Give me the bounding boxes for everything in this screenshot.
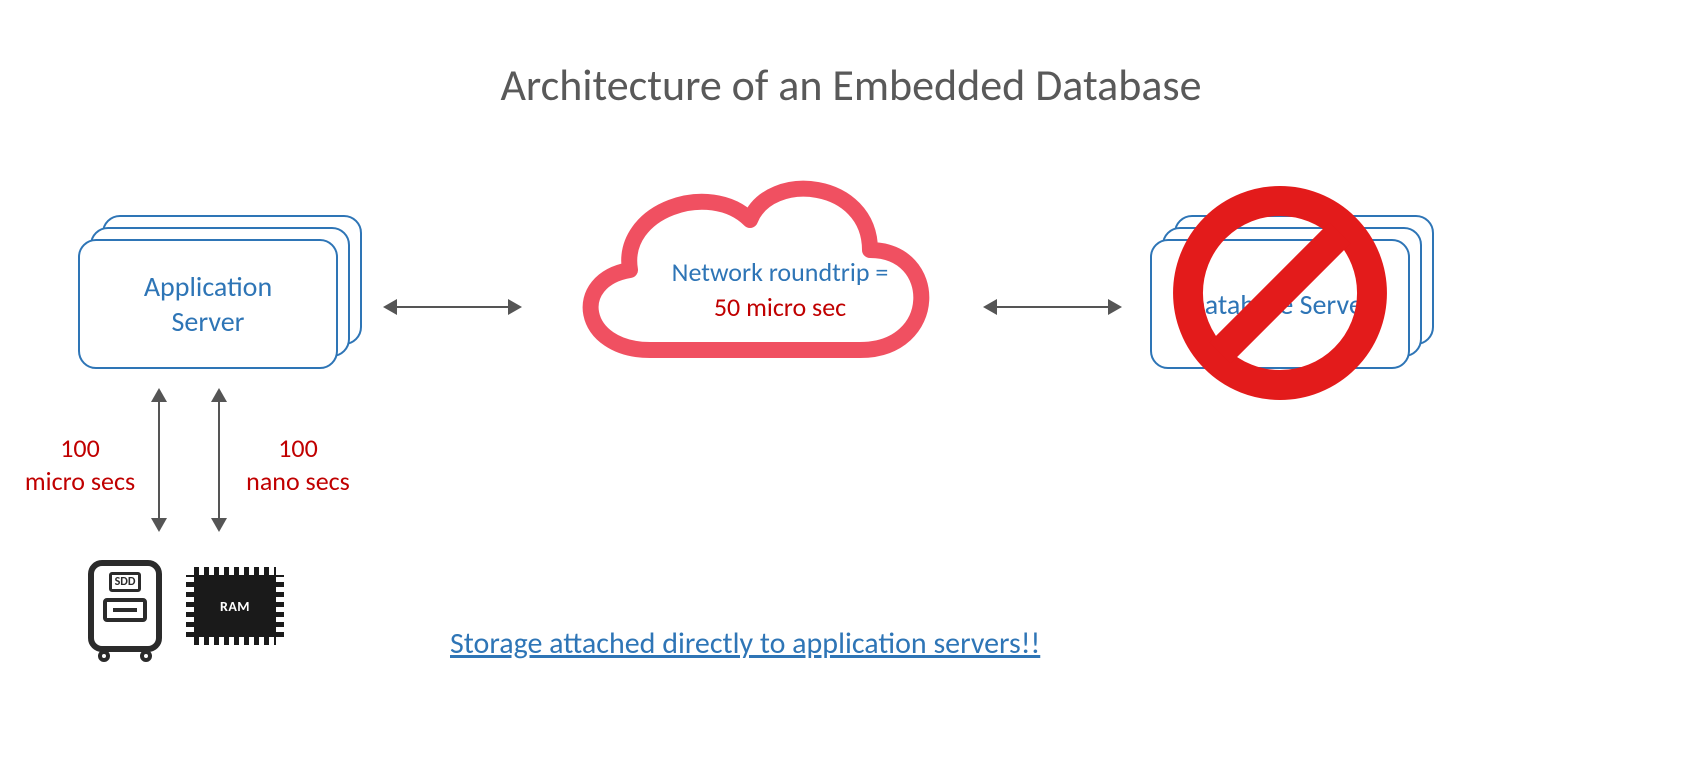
double-h-arrow-icon bbox=[395, 306, 510, 308]
ram-chip-icon: RAM bbox=[194, 575, 276, 637]
ram-label: RAM bbox=[220, 598, 250, 615]
double-v-arrow-icon bbox=[158, 400, 160, 520]
ssd-icon: SDD bbox=[88, 560, 162, 652]
app-server-label: ApplicationServer bbox=[78, 239, 338, 369]
cloud-line2: 50 micro sec bbox=[630, 290, 930, 325]
cloud-icon: Network roundtrip = 50 micro sec bbox=[540, 140, 960, 400]
ram-latency-label: 100nano secs bbox=[228, 432, 368, 497]
cloud-label: Network roundtrip = 50 micro sec bbox=[630, 255, 930, 325]
double-h-arrow-icon bbox=[995, 306, 1110, 308]
diagram-title: Architecture of an Embedded Database bbox=[0, 58, 1702, 112]
storage-caption: Storage attached directly to application… bbox=[450, 625, 1040, 662]
ssd-lines bbox=[103, 598, 147, 622]
ssd-latency-label: 100micro secs bbox=[10, 432, 150, 497]
double-v-arrow-icon bbox=[218, 400, 220, 520]
no-entry-icon bbox=[1165, 178, 1395, 408]
ssd-tag: SDD bbox=[109, 572, 142, 592]
cloud-line1: Network roundtrip = bbox=[630, 255, 930, 290]
